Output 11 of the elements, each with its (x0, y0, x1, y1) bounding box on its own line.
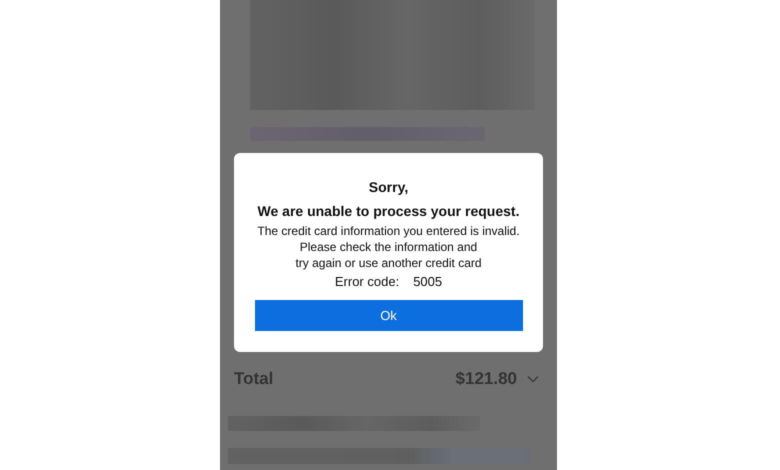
message-line: Please check the information and (300, 239, 478, 255)
message-line: try again or use another credit card (295, 255, 482, 271)
error-label: Error code: (334, 274, 400, 289)
dialog-heading: We are unable to process your request. (258, 203, 520, 219)
dialog-title: Sorry, (368, 179, 408, 195)
chevron-icon[interactable] (527, 375, 539, 383)
total-amount: $121.80 (456, 369, 517, 389)
total-label: Total (234, 369, 274, 389)
error-code: 5005 (413, 274, 442, 289)
message-line: The credit card information you entered is invalid. (257, 223, 520, 239)
ok-button[interactable]: Ok (254, 300, 522, 331)
